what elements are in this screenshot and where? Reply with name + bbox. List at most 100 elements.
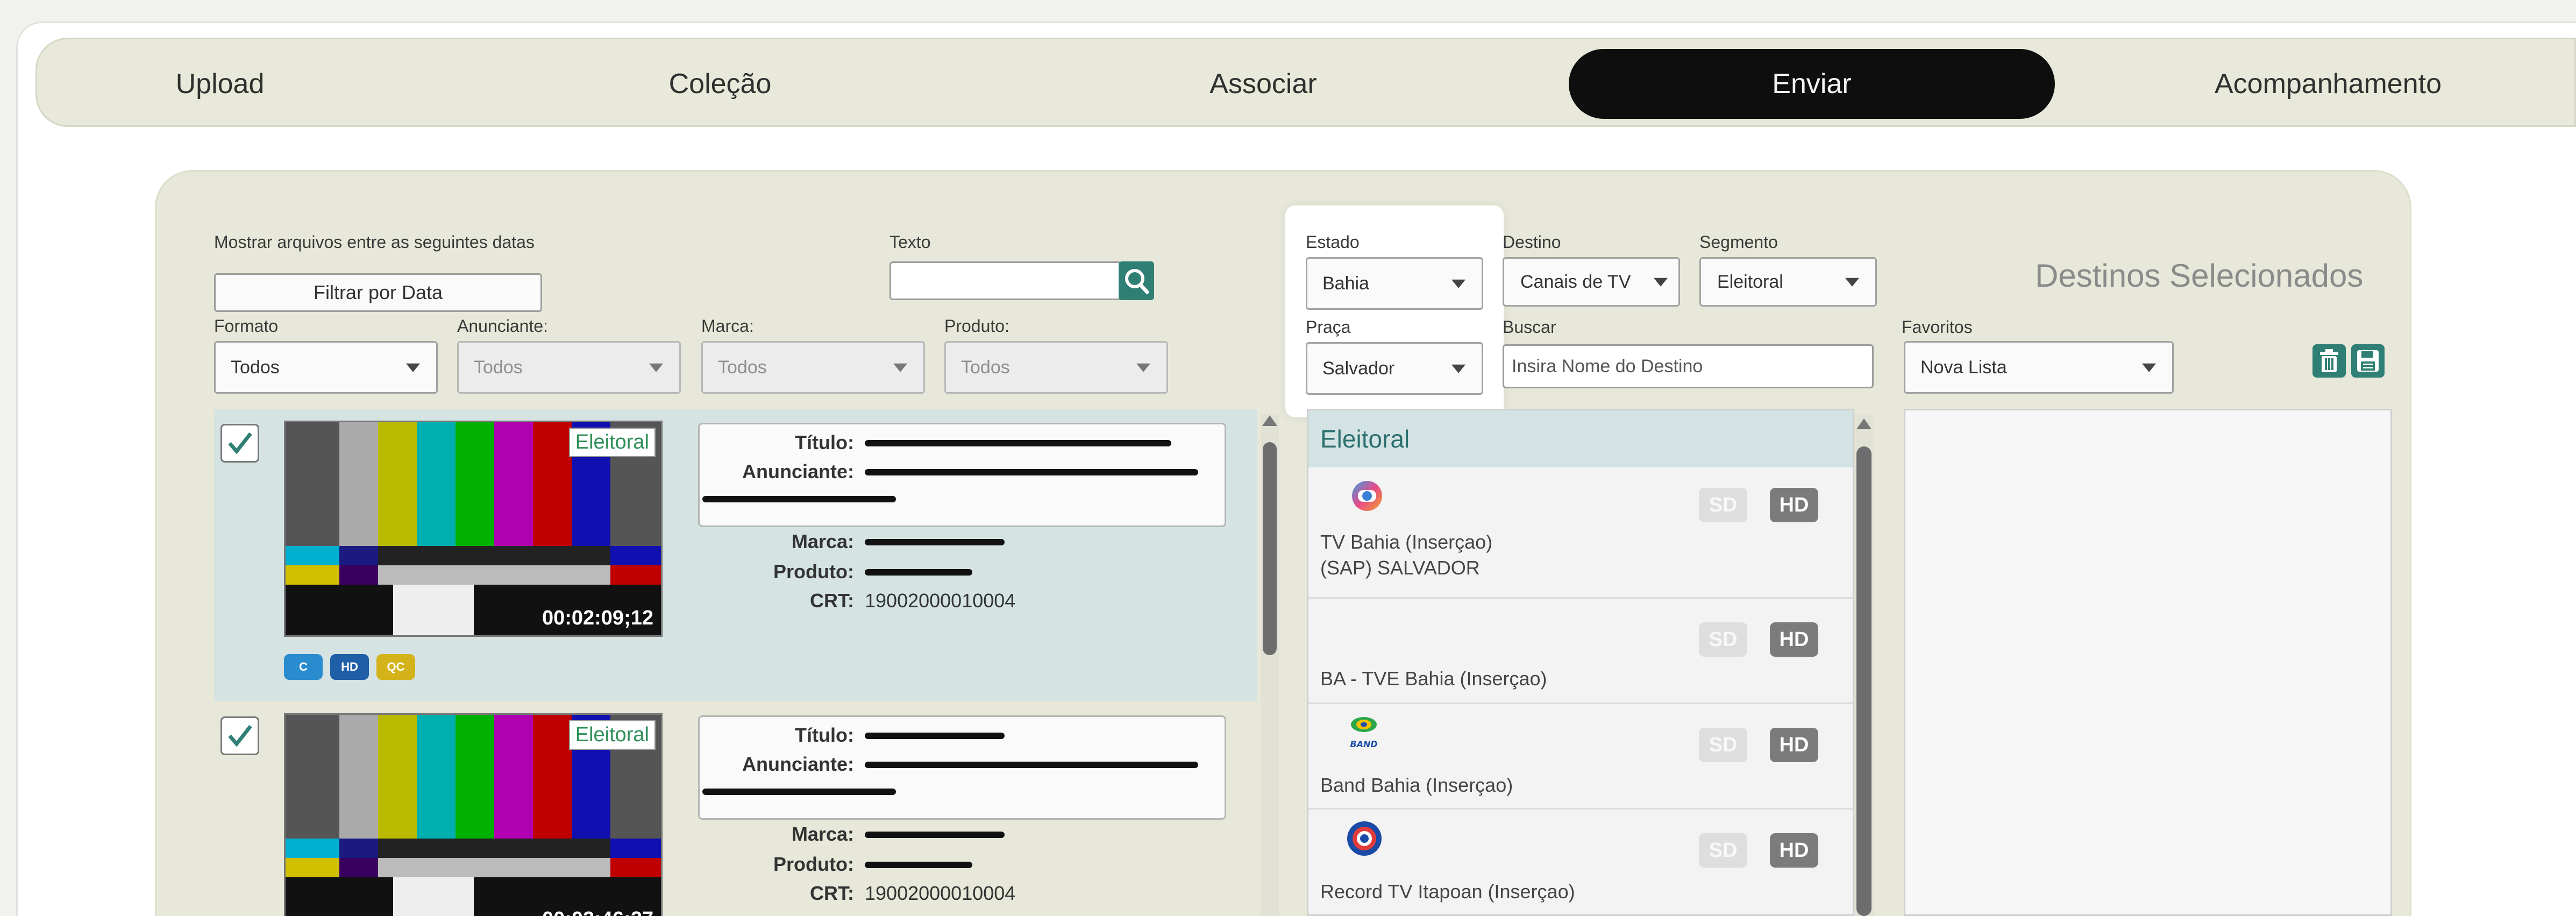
video-thumbnail[interactable]: Eleitoral 00:03:46;27 — [284, 713, 663, 916]
texto-input[interactable] — [889, 261, 1122, 300]
estado-label: Estado — [1306, 232, 1360, 252]
svg-text:BAND: BAND — [1350, 739, 1377, 749]
save-list-button[interactable] — [2351, 344, 2385, 378]
file-checkbox[interactable] — [220, 716, 259, 755]
crt-label: CRT: — [810, 590, 854, 612]
anunciante-label: Anunciante: — [457, 316, 549, 336]
marca-label: Marca: — [701, 316, 754, 336]
segmento-select[interactable]: Eleitoral — [1699, 257, 1877, 307]
save-icon — [2357, 350, 2379, 372]
anunciante-select[interactable]: Todos — [457, 341, 681, 394]
segmento-label: Segmento — [1699, 232, 1778, 252]
produto-label: Produto: — [773, 560, 854, 583]
search-button[interactable] — [1119, 261, 1154, 300]
hd-button[interactable]: HD — [1770, 488, 1818, 522]
texto-label: Texto — [889, 232, 931, 252]
chevron-down-icon — [1451, 279, 1465, 288]
marca-value: Todos — [718, 357, 767, 378]
hd-button[interactable]: HD — [1770, 622, 1818, 657]
file-row[interactable]: Eleitoral 00:03:46;27 Título: Anunciante… — [214, 701, 1257, 916]
produto-value: Todos — [961, 357, 1010, 378]
tab-upload[interactable]: Upload — [139, 49, 301, 119]
produto-label: Produto: — [944, 316, 1009, 336]
channel-list: Eleitoral SD HD TV Bahia (Inserçao) (SAP… — [1307, 409, 1854, 916]
redacted-marca — [865, 832, 1005, 838]
channel-name: Record TV Itapoan (Inserçao) — [1320, 881, 1575, 903]
anunciante-value: Todos — [474, 357, 523, 378]
favoritos-select[interactable]: Nova Lista — [1904, 341, 2174, 394]
produto-select[interactable]: Todos — [944, 341, 1168, 394]
file-checkbox[interactable] — [220, 424, 259, 463]
crt-label: CRT: — [810, 882, 854, 904]
redacted-anunciante-cont — [702, 496, 896, 502]
chevron-down-icon — [406, 363, 420, 372]
estado-select[interactable]: Bahia — [1306, 257, 1483, 310]
video-thumbnail[interactable]: Eleitoral 00:02:09;12 — [284, 421, 663, 637]
trash-icon — [2320, 349, 2338, 372]
redacted-produto — [865, 569, 972, 576]
produto-label: Produto: — [773, 853, 854, 875]
destino-label: Destino — [1503, 232, 1561, 252]
praca-label: Praça — [1306, 317, 1351, 337]
chevron-down-icon — [1136, 363, 1150, 372]
chevron-down-icon — [1654, 278, 1668, 287]
formato-select[interactable]: Todos — [214, 341, 438, 394]
destinos-selecionados-title: Destinos Selecionados — [2035, 258, 2364, 294]
sd-button[interactable]: SD — [1699, 622, 1747, 657]
date-filter-label: Mostrar arquivos entre as seguintes data… — [214, 232, 535, 252]
hd-button[interactable]: HD — [1770, 728, 1818, 762]
tab-associar[interactable]: Associar — [1172, 49, 1355, 119]
marca-select[interactable]: Todos — [701, 341, 925, 394]
destino-select[interactable]: Canais de TV — [1503, 257, 1680, 307]
timecode: 00:02:09;12 — [542, 607, 653, 629]
scroll-up-arrow-icon[interactable] — [1262, 415, 1277, 426]
channel-item[interactable]: BAND SD HD Band Bahia (Inserçao) — [1308, 704, 1853, 810]
praca-value: Salvador — [1322, 358, 1395, 379]
marca-label: Marca: — [791, 823, 854, 845]
formato-value: Todos — [231, 357, 280, 378]
crt-value: 19002000010004 — [865, 882, 1016, 904]
chevron-down-icon — [893, 363, 907, 372]
channel-name: BA - TVE Bahia (Inserçao) — [1320, 668, 1547, 690]
redacted-titulo — [865, 440, 1171, 446]
buscar-input[interactable]: Insira Nome do Destino — [1503, 344, 1874, 388]
channel-list-scroll-thumb[interactable] — [1856, 446, 1871, 916]
filter-by-date-button[interactable]: Filtrar por Data — [214, 273, 542, 312]
channel-name: Band Bahia (Inserçao) — [1320, 774, 1513, 796]
favoritos-value: Nova Lista — [1920, 357, 2007, 378]
destino-value: Canais de TV — [1520, 271, 1631, 292]
scroll-up-arrow-icon[interactable] — [1856, 418, 1871, 429]
file-list: Eleitoral 00:02:09;12 C HD QC Título: An… — [214, 409, 1257, 916]
tab-colecao[interactable]: Coleção — [639, 49, 801, 119]
buscar-label: Buscar — [1503, 317, 1556, 337]
chevron-down-icon — [1845, 278, 1859, 287]
segmento-value: Eleitoral — [1717, 271, 1783, 292]
file-list-scroll-thumb[interactable] — [1263, 442, 1277, 655]
chevron-down-icon — [649, 363, 663, 372]
channel-item[interactable]: SD HD BA - TVE Bahia (Inserçao) — [1308, 599, 1853, 704]
channel-item[interactable]: SD HD TV Bahia (Inserçao) (SAP) SALVADOR — [1308, 467, 1853, 599]
sd-button[interactable]: SD — [1699, 728, 1747, 762]
tab-enviar[interactable]: Enviar — [1569, 49, 2055, 119]
formato-label: Formato — [214, 316, 279, 336]
check-icon — [228, 432, 252, 455]
top-navigation: Upload Coleção Associar Enviar Acompanha… — [35, 38, 2576, 127]
timecode: 00:03:46;27 — [542, 908, 653, 916]
hd-button[interactable]: HD — [1770, 833, 1818, 868]
band-logo-icon: BAND — [1350, 717, 1378, 749]
titulo-label: Título: — [795, 431, 854, 453]
file-row[interactable]: Eleitoral 00:02:09;12 C HD QC Título: An… — [214, 409, 1257, 701]
praca-select[interactable]: Salvador — [1306, 342, 1483, 395]
delete-list-button[interactable] — [2312, 344, 2346, 378]
sd-button[interactable]: SD — [1699, 488, 1747, 522]
sd-button[interactable]: SD — [1699, 833, 1747, 868]
crt-value: 19002000010004 — [865, 590, 1016, 612]
estado-value: Bahia — [1322, 273, 1369, 294]
channel-item[interactable]: SD HD Record TV Itapoan (Inserçao) — [1308, 810, 1853, 914]
closed-caption-badge: C — [284, 654, 323, 680]
anunciante-label: Anunciante: — [742, 753, 854, 775]
redacted-produto — [865, 862, 972, 868]
tab-acompanhamento[interactable]: Acompanhamento — [2199, 49, 2457, 119]
search-icon — [1125, 269, 1149, 294]
eleitoral-tag: Eleitoral — [568, 720, 656, 750]
